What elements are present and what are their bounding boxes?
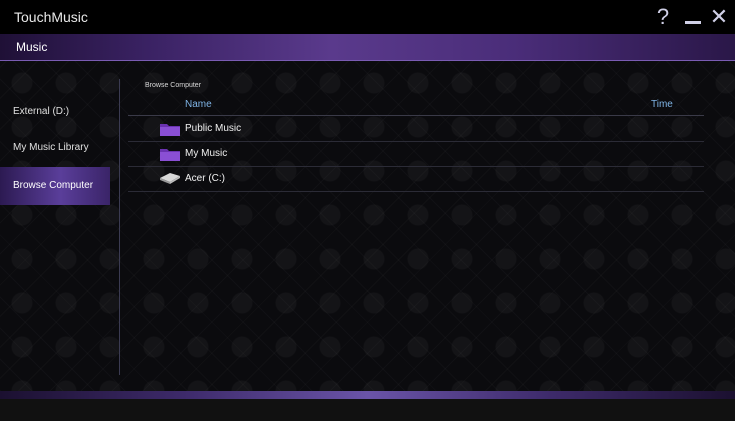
title-bar: TouchMusic ? ✕ — [0, 0, 735, 34]
section-header: Music — [0, 34, 735, 61]
close-button[interactable]: ✕ — [706, 4, 732, 30]
sidebar-item-my-music-library[interactable]: My Music Library — [0, 129, 110, 167]
sidebar: External (D:) My Music Library Browse Co… — [0, 61, 110, 391]
list-item-label: Public Music — [185, 123, 242, 134]
minimize-button[interactable] — [680, 4, 706, 30]
drive-icon — [160, 173, 180, 184]
list-item[interactable]: My Music — [128, 141, 704, 167]
column-header-time[interactable]: Time — [651, 99, 673, 110]
list-item-label: Acer (C:) — [185, 173, 225, 184]
folder-icon — [160, 149, 180, 161]
list-item-label: My Music — [185, 148, 228, 159]
sidebar-item-external-drive[interactable]: External (D:) — [0, 93, 110, 131]
section-title: Music — [16, 40, 48, 54]
breadcrumb: Browse Computer — [145, 82, 202, 89]
sidebar-item-label: My Music Library — [13, 142, 89, 153]
app-title: TouchMusic — [14, 9, 88, 25]
sidebar-item-label: External (D:) — [13, 106, 70, 117]
help-button[interactable]: ? — [650, 4, 676, 30]
list-item[interactable]: Acer (C:) — [128, 166, 704, 192]
help-icon: ? — [656, 4, 670, 29]
minimize-icon — [685, 21, 701, 24]
bottom-bar — [0, 399, 735, 421]
content-area: External (D:) My Music Library Browse Co… — [0, 61, 735, 391]
app-window: TouchMusic ? ✕ Music External (D:) My Mu… — [0, 0, 735, 421]
sidebar-item-label: Browse Computer — [13, 180, 94, 191]
close-icon: ✕ — [709, 4, 729, 29]
column-header-name[interactable]: Name — [185, 99, 212, 110]
bottom-glow — [0, 391, 735, 399]
list-item[interactable]: Public Music — [128, 116, 704, 142]
sidebar-item-browse-computer[interactable]: Browse Computer — [0, 167, 110, 205]
sidebar-divider — [119, 79, 120, 375]
folder-icon — [160, 124, 180, 136]
